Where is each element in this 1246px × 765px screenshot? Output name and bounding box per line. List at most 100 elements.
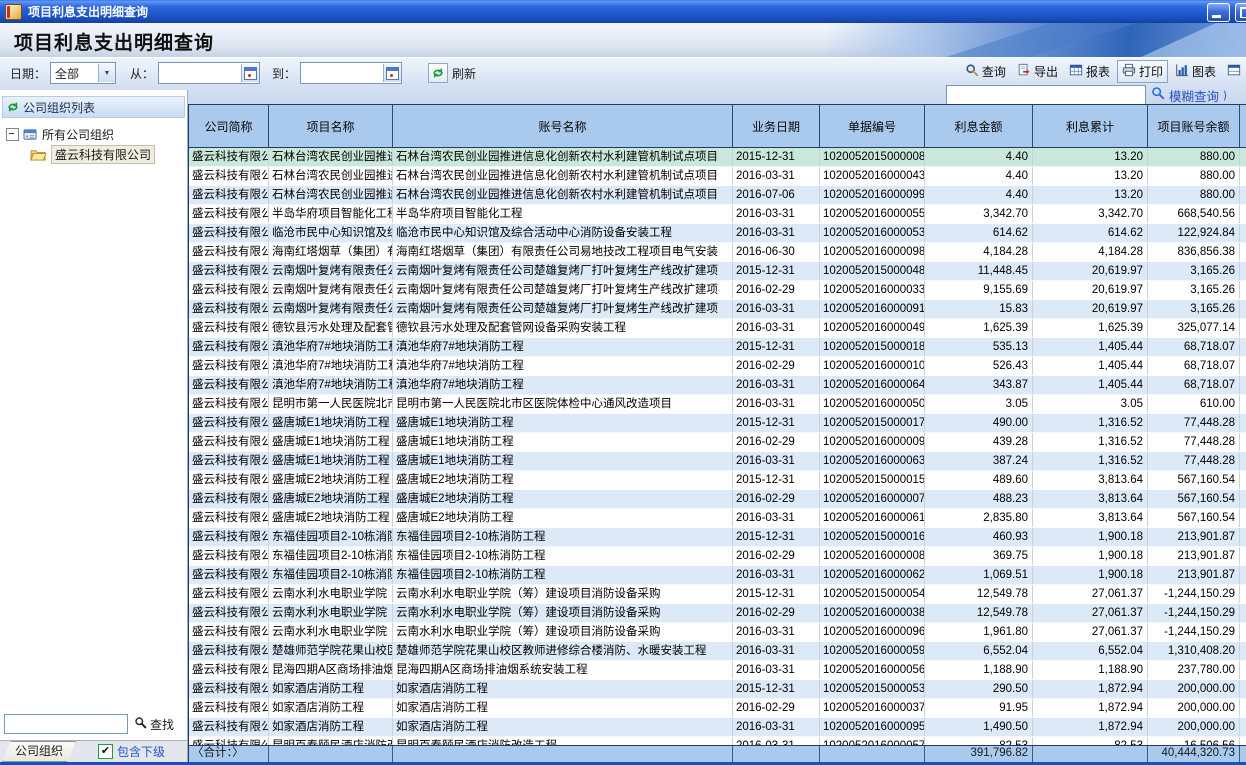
table-row[interactable]: 盛云科技有限公司盛唐城E2地块消防工程盛唐城E2地块消防工程2016-02-29… <box>189 490 1246 509</box>
fuzzy-search-button[interactable]: 模糊查询 <box>1169 86 1219 105</box>
table-cell: 2015-12-31 <box>733 585 820 603</box>
table-row[interactable]: 盛云科技有限公司滇池华府7#地块消防工程滇池华府7#地块消防工程2015-12-… <box>189 338 1246 357</box>
table-cell-sliver <box>1240 604 1246 622</box>
table-cell-sliver <box>1240 623 1246 641</box>
export-button[interactable]: 导出 <box>1013 61 1062 82</box>
table-row[interactable]: 盛云科技有限公司楚雄师范学院花果山校区教师进修综合楼消防、水暖安装工程楚雄师范学… <box>189 642 1246 661</box>
from-date-input[interactable] <box>158 62 260 84</box>
date-range-select[interactable]: 全部 ▼ <box>50 62 116 84</box>
table-cell: 2016-03-31 <box>733 205 820 223</box>
calendar-icon[interactable] <box>241 64 259 82</box>
table-row[interactable]: 盛云科技有限公司云南烟叶复烤有限责任公司楚雄复烤厂打叶复烤生产线改扩建项云南烟叶… <box>189 281 1246 300</box>
table-row[interactable]: 盛云科技有限公司石林台湾农民创业园推进信息化创新农村水利建管机制试点项目石林台湾… <box>189 186 1246 205</box>
table-row[interactable]: 盛云科技有限公司石林台湾农民创业园推进信息化创新农村水利建管机制试点项目石林台湾… <box>189 167 1246 186</box>
footer-cell <box>269 746 393 762</box>
tree-find-input[interactable] <box>4 714 128 734</box>
table-row[interactable]: 盛云科技有限公司昆明百春颐民酒店消防改造工程昆明百春颐民酒店消防改造工程2016… <box>189 737 1246 745</box>
to-date-input[interactable] <box>300 62 402 84</box>
table-row[interactable]: 盛云科技有限公司昆海四期A区商场排油烟系统安装工程昆海四期A区商场排油烟系统安装… <box>189 661 1246 680</box>
table-cell: 昆明市第一人民医院北市区医院体检中心通风改造项目 <box>269 395 393 413</box>
include-children-checkbox[interactable]: ✔ 包含下级 <box>98 743 165 760</box>
refresh-button[interactable]: 刷新 <box>428 63 476 83</box>
table-row[interactable]: 盛云科技有限公司如家酒店消防工程如家酒店消防工程2016-03-31102005… <box>189 718 1246 737</box>
minimize-button[interactable] <box>1207 3 1230 22</box>
table-cell: 82.53 <box>1033 737 1148 745</box>
table-row[interactable]: 盛云科技有限公司盛唐城E1地块消防工程盛唐城E1地块消防工程2015-12-31… <box>189 414 1246 433</box>
table-row[interactable]: 盛云科技有限公司盛唐城E1地块消防工程盛唐城E1地块消防工程2016-03-31… <box>189 452 1246 471</box>
table-row[interactable]: 盛云科技有限公司盛唐城E2地块消防工程盛唐城E2地块消防工程2016-03-31… <box>189 509 1246 528</box>
tab-company-organization[interactable]: 公司组织 <box>2 741 76 762</box>
table-cell: 昆海四期A区商场排油烟系统安装工程 <box>393 661 733 679</box>
table-cell: 213,901.87 <box>1148 547 1240 565</box>
export-icon <box>1017 63 1031 80</box>
checkbox-icon[interactable]: ✔ <box>98 744 113 759</box>
column-header-account[interactable]: 账号名称 <box>393 105 733 147</box>
table-row[interactable]: 盛云科技有限公司临沧市民中心知识馆及综合活动中心消防设备安装工程临沧市民中心知识… <box>189 224 1246 243</box>
maximize-button[interactable] <box>1235 3 1246 22</box>
column-header-date[interactable]: 业务日期 <box>733 105 820 147</box>
table-cell: 盛云科技有限公司 <box>189 300 269 318</box>
report-button[interactable]: 报表 <box>1065 61 1114 82</box>
table-row[interactable]: 盛云科技有限公司云南水利水电职业学院（筹）建设项目消防设备采购云南水利水电职业学… <box>189 623 1246 642</box>
table-row[interactable]: 盛云科技有限公司如家酒店消防工程如家酒店消防工程2015-12-31102005… <box>189 680 1246 699</box>
table-cell: 1020052016000033 <box>820 281 925 299</box>
column-header-interest[interactable]: 利息金额 <box>925 105 1033 147</box>
table-cell: 云南烟叶复烤有限责任公司楚雄复烤厂打叶复烤生产线改扩建项 <box>269 281 393 299</box>
table-cell: 1020052016000055 <box>820 205 925 223</box>
tree-panel-title: 公司组织列表 <box>23 99 95 116</box>
find-button[interactable]: 查找 <box>150 716 174 733</box>
table-row[interactable]: 盛云科技有限公司东福佳园项目2-10栋消防工程东福佳园项目2-10栋消防工程20… <box>189 547 1246 566</box>
calendar-icon[interactable] <box>383 64 401 82</box>
table-row[interactable]: 盛云科技有限公司昆明市第一人民医院北市区医院体检中心通风改造项目昆明市第一人民医… <box>189 395 1246 414</box>
chevron-down-icon[interactable]: ▼ <box>98 64 115 82</box>
table-cell: 滇池华府7#地块消防工程 <box>269 338 393 356</box>
tree-item-all-companies[interactable]: 所有公司组织 <box>0 124 187 144</box>
table-cell: 盛唐城E2地块消防工程 <box>269 490 393 508</box>
table-cell-sliver <box>1240 319 1246 337</box>
table-row[interactable]: 盛云科技有限公司海南红塔烟草（集团）有限责任公司易地技改工程项目电气安装海南红塔… <box>189 243 1246 262</box>
table-cell-sliver <box>1240 509 1246 527</box>
fuzzy-search-input[interactable] <box>946 85 1146 105</box>
table-cell: 290.50 <box>925 680 1033 698</box>
print-button[interactable]: 打印 <box>1117 60 1168 83</box>
table-cell: 2016-02-29 <box>733 699 820 717</box>
table-row[interactable]: 盛云科技有限公司半岛华府项目智能化工程半岛华府项目智能化工程2016-03-31… <box>189 205 1246 224</box>
table-row[interactable]: 盛云科技有限公司德钦县污水处理及配套管网设备采购安装工程德钦县污水处理及配套管网… <box>189 319 1246 338</box>
column-header-company[interactable]: 公司简称 <box>189 105 269 147</box>
table-cell: 滇池华府7#地块消防工程 <box>393 338 733 356</box>
table-row[interactable]: 盛云科技有限公司滇池华府7#地块消防工程滇池华府7#地块消防工程2016-03-… <box>189 376 1246 395</box>
collapse-icon[interactable] <box>6 128 19 141</box>
summary-button-partial[interactable] <box>1223 61 1243 82</box>
more-chevron-partial[interactable]: ⟩ <box>1223 89 1229 102</box>
column-header-cum[interactable]: 利息累计 <box>1033 105 1148 147</box>
table-cell-sliver <box>1240 300 1246 318</box>
table-cell: 1020052015000054 <box>820 585 925 603</box>
table-row[interactable]: 盛云科技有限公司云南水利水电职业学院（筹）建设项目消防设备采购云南水利水电职业学… <box>189 585 1246 604</box>
table-cell: 200,000.00 <box>1148 718 1240 736</box>
table-cell: 1020052016000062 <box>820 566 925 584</box>
table-cell: 临沧市民中心知识馆及综合活动中心消防设备安装工程 <box>393 224 733 242</box>
table-cell: 德钦县污水处理及配套管网设备采购安装工程 <box>269 319 393 337</box>
table-row[interactable]: 盛云科技有限公司云南烟叶复烤有限责任公司楚雄复烤厂打叶复烤生产线改扩建项云南烟叶… <box>189 262 1246 281</box>
chart-button[interactable]: 图表 <box>1171 61 1220 82</box>
table-cell: 880.00 <box>1148 186 1240 204</box>
table-row[interactable]: 盛云科技有限公司东福佳园项目2-10栋消防工程东福佳园项目2-10栋消防工程20… <box>189 566 1246 585</box>
tree-item-company[interactable]: 盛云科技有限公司 <box>30 144 187 164</box>
table-row[interactable]: 盛云科技有限公司盛唐城E1地块消防工程盛唐城E1地块消防工程2016-02-29… <box>189 433 1246 452</box>
query-button[interactable]: 查询 <box>961 61 1010 82</box>
table-row[interactable]: 盛云科技有限公司如家酒店消防工程如家酒店消防工程2016-02-29102005… <box>189 699 1246 718</box>
table-row[interactable]: 盛云科技有限公司盛唐城E2地块消防工程盛唐城E2地块消防工程2015-12-31… <box>189 471 1246 490</box>
table-cell: 如家酒店消防工程 <box>393 699 733 717</box>
table-cell: 213,901.87 <box>1148 566 1240 584</box>
column-header-project[interactable]: 项目名称 <box>269 105 393 147</box>
table-row[interactable]: 盛云科技有限公司云南烟叶复烤有限责任公司楚雄复烤厂打叶复烤生产线改扩建项云南烟叶… <box>189 300 1246 319</box>
table-cell: 2016-03-31 <box>733 566 820 584</box>
table-row[interactable]: 盛云科技有限公司石林台湾农民创业园推进信息化创新农村水利建管机制试点项目石林台湾… <box>189 148 1246 167</box>
column-header-balance[interactable]: 项目账号余额 <box>1148 105 1240 147</box>
column-header-doc-no[interactable]: 单据编号 <box>820 105 925 147</box>
table-row[interactable]: 盛云科技有限公司东福佳园项目2-10栋消防工程东福佳园项目2-10栋消防工程20… <box>189 528 1246 547</box>
table-row[interactable]: 盛云科技有限公司云南水利水电职业学院（筹）建设项目消防设备采购云南水利水电职业学… <box>189 604 1246 623</box>
table-header-row: 公司简称 项目名称 账号名称 业务日期 单据编号 利息金额 利息累计 项目账号余… <box>189 104 1246 148</box>
table-row[interactable]: 盛云科技有限公司滇池华府7#地块消防工程滇池华府7#地块消防工程2016-02-… <box>189 357 1246 376</box>
tree-item-label: 所有公司组织 <box>42 126 114 143</box>
